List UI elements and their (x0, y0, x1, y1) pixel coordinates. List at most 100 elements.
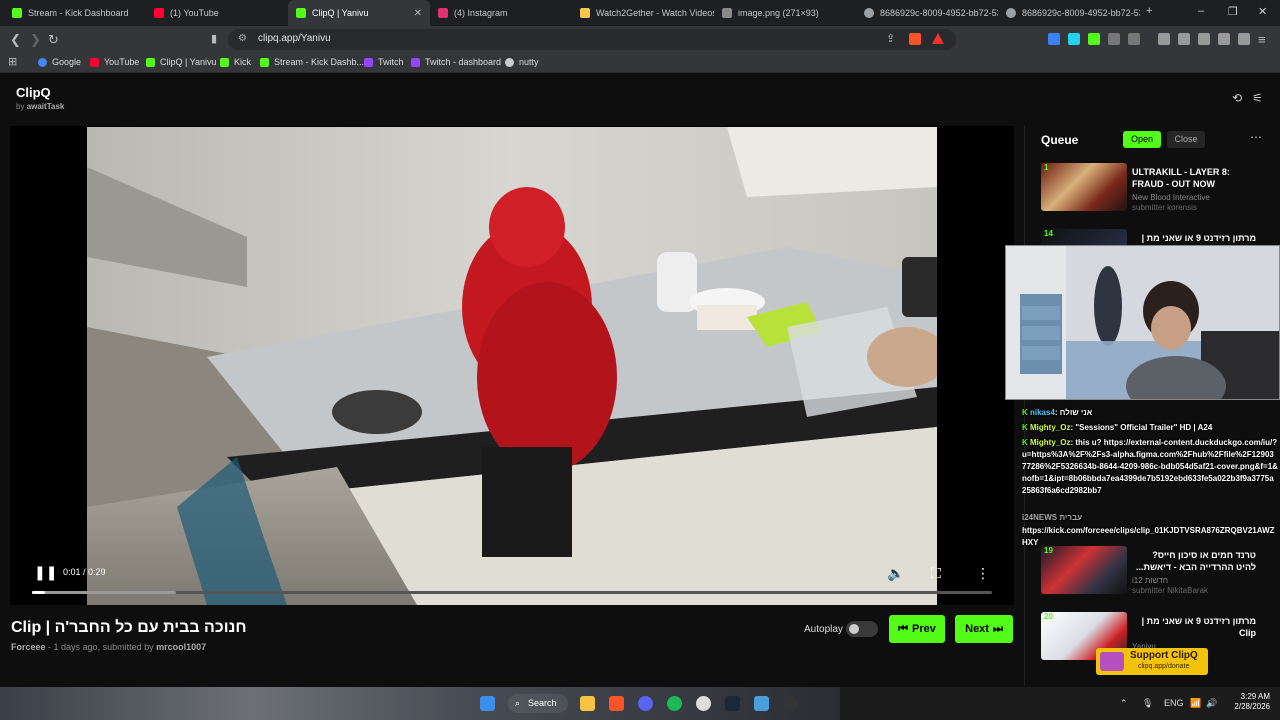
next-button[interactable]: Next ⏭ (955, 615, 1013, 643)
language-indicator[interactable]: ENG (1164, 698, 1184, 708)
reload-icon[interactable]: ↻ (48, 32, 59, 48)
queue-item[interactable]: 19 טרנד חמים או סיכון חייס? להיט ההרדייה… (1041, 546, 1273, 598)
site-settings-icon[interactable]: ⚙ (238, 33, 247, 44)
bookmark-item[interactable]: YouTube (90, 57, 139, 67)
autoplay-toggle[interactable] (846, 621, 878, 637)
extension-icon[interactable] (1068, 33, 1080, 45)
app-icon[interactable] (783, 696, 798, 711)
back-icon[interactable]: ❮ (10, 32, 21, 48)
browser-tab[interactable]: (1) YouTube (146, 0, 288, 26)
queue-open-button[interactable]: Open (1123, 131, 1161, 148)
browser-tab[interactable]: 8686929c-8009-4952-bb72-53 (998, 0, 1140, 26)
browser-tab[interactable]: image.png (271×93) (714, 0, 856, 26)
bookmark-item[interactable]: ClipQ | Yanivu (146, 57, 217, 67)
queue-more-icon[interactable]: ⋯ (1250, 130, 1262, 144)
bookmark-item[interactable]: Stream - Kick Dashb... (260, 57, 364, 67)
new-tab-icon[interactable]: + (1146, 5, 1152, 17)
clock-time[interactable]: 3:29 AM (1230, 691, 1270, 702)
brave-browser-icon[interactable] (609, 696, 624, 711)
forward-icon[interactable]: ❯ (30, 32, 41, 48)
bookmark-item[interactable]: nutty (505, 57, 539, 67)
bookmark-item[interactable]: Twitch (364, 57, 404, 67)
tray-overflow-icon[interactable]: ⌃ (1120, 698, 1128, 709)
more-options-icon[interactable]: ⋮ (976, 565, 990, 582)
clock-date[interactable]: 2/28/2026 (1218, 702, 1270, 711)
brave-shield-icon[interactable] (909, 33, 921, 45)
wifi-icon[interactable]: 📶 (1190, 698, 1201, 709)
brave-rewards-icon[interactable] (932, 33, 944, 44)
close-window-icon[interactable]: ✕ (1258, 5, 1267, 18)
leo-ai-icon[interactable] (1218, 33, 1230, 45)
speaker-icon[interactable]: 🔊 (1206, 698, 1217, 709)
fullscreen-icon[interactable]: ⛶ (931, 565, 941, 582)
browser-tab[interactable]: 8686929c-8009-4952-bb72-53 (856, 0, 998, 26)
browser-tab[interactable]: (4) Instagram (430, 0, 572, 26)
extensions-puzzle-icon[interactable] (1108, 33, 1120, 45)
taskbar-background (0, 687, 840, 720)
url-field[interactable]: ⚙ clipq.app/Yanivu ⇪ (228, 29, 956, 50)
bookmark-icon[interactable]: ▮ (211, 32, 217, 45)
extension-icon[interactable] (1088, 33, 1100, 45)
queue-close-button[interactable]: Close (1167, 131, 1205, 148)
queue-title: Queue (1041, 133, 1079, 147)
history-icon[interactable]: ⟲ (1232, 91, 1242, 105)
clip-title: חנוכה בבית עם כל החבר'ה | Clip (11, 619, 247, 636)
sidebar-icon[interactable] (1178, 33, 1190, 45)
discord-icon[interactable] (638, 696, 653, 711)
video-scene (87, 127, 937, 605)
browser-tab-strip: Stream - Kick Dashboard (1) YouTube Clip… (0, 0, 1280, 26)
kick-favicon-icon (12, 8, 22, 18)
timecode: 0:01 / 0:29 (63, 567, 106, 577)
windows-taskbar: ⌕ Search ⌃ 🎙 ENG 📶 🔊 3:29 AM 2/28/2026 (0, 687, 1280, 720)
bookmark-item[interactable]: Kick (220, 57, 251, 67)
queue-item[interactable]: 1 ULTRAKILL - LAYER 8: FRAUD - OUT NOW N… (1041, 163, 1273, 215)
support-clipq-button[interactable]: Support ClipQ clipq.app/donate (1096, 648, 1208, 675)
settings-sliders-icon[interactable]: ⚟ (1252, 91, 1263, 105)
app-icon[interactable] (754, 696, 769, 711)
close-tab-icon[interactable]: ✕ (414, 8, 422, 19)
skip-back-icon: ⏮ (898, 622, 909, 635)
bookmark-item[interactable]: Google (38, 57, 81, 67)
chat-message: K Mighty_Oz: this u? https://external-co… (1022, 438, 1278, 495)
clip-channel[interactable]: Forceee (11, 642, 46, 652)
browser-tab[interactable]: Watch2Gether - Watch Videos (572, 0, 714, 26)
extension-icon[interactable] (1128, 33, 1140, 45)
share-icon[interactable]: ⇪ (886, 32, 895, 45)
queue-thumbnail (1041, 546, 1127, 594)
clip-submitter[interactable]: mrcool1007 (156, 642, 206, 652)
extension-icon[interactable] (1048, 33, 1060, 45)
player-controls: ❚❚ 0:01 / 0:29 🔈 ⛶ ⋮ (10, 551, 1014, 605)
file-explorer-icon[interactable] (580, 696, 595, 711)
taskbar-search[interactable]: ⌕ Search (508, 694, 568, 713)
apps-grid-icon[interactable]: ⊞ (8, 55, 17, 68)
seek-bar[interactable] (32, 591, 992, 594)
pause-icon[interactable]: ❚❚ (34, 564, 57, 581)
bookmark-item[interactable]: Twitch - dashboard (411, 57, 501, 67)
windows-start-icon[interactable] (480, 696, 495, 711)
instagram-favicon-icon (438, 8, 448, 18)
menu-icon[interactable]: ≡ (1258, 32, 1266, 47)
prev-button[interactable]: ⏮ Prev (889, 615, 945, 643)
url-text: clipq.app/Yanivu (258, 33, 331, 44)
vpn-icon[interactable] (1238, 33, 1250, 45)
watch2gether-favicon-icon (580, 8, 590, 18)
microphone-icon[interactable]: 🎙 (1142, 698, 1153, 709)
kick-icon (260, 57, 269, 67)
chat-message: K Mighty_Oz: "Sessions" Official Trailer… (1022, 423, 1213, 432)
obs-icon[interactable] (696, 696, 711, 711)
restore-icon[interactable]: ❐ (1228, 5, 1238, 18)
browser-tab[interactable]: Stream - Kick Dashboard (4, 0, 146, 26)
video-player[interactable]: ❚❚ 0:01 / 0:29 🔈 ⛶ ⋮ (10, 126, 1014, 605)
minimize-icon[interactable]: – (1198, 5, 1204, 17)
browser-tab-active[interactable]: ClipQ | Yanivu ✕ (288, 0, 430, 26)
spotify-icon[interactable] (667, 696, 682, 711)
media-icon[interactable] (1158, 33, 1170, 45)
webcam-scene (1006, 246, 1279, 399)
video-frame[interactable] (87, 127, 937, 605)
steam-icon[interactable] (725, 696, 740, 711)
volume-icon[interactable]: 🔈 (887, 565, 904, 582)
app-title[interactable]: ClipQ (16, 85, 51, 100)
support-avatar-icon (1100, 652, 1124, 671)
clipq-icon (146, 57, 155, 67)
wallet-icon[interactable] (1198, 33, 1210, 45)
